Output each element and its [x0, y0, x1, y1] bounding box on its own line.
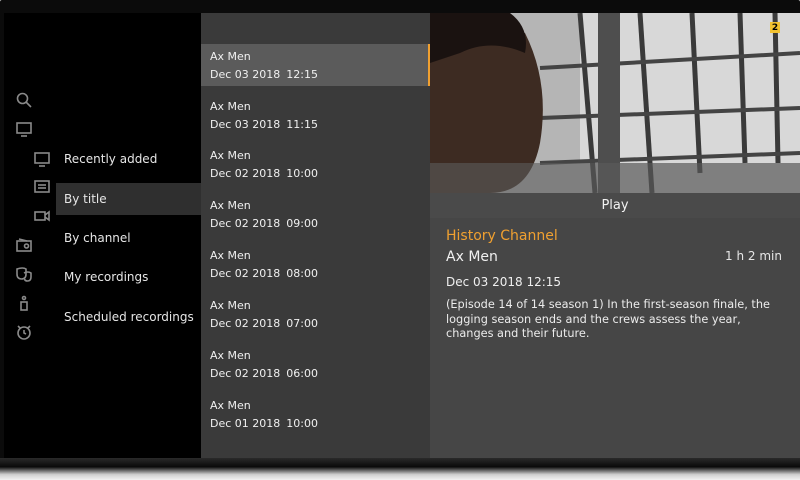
- menu-item-recently-added[interactable]: Recently added: [56, 143, 201, 175]
- recording-time: 12:15: [286, 68, 318, 81]
- recording-datetime: Dec 02 2018 09:00: [210, 215, 430, 233]
- program-duration: 1 h 2 min: [725, 249, 782, 263]
- recording-date: Dec 02 2018: [210, 317, 281, 330]
- recording-title: Ax Men: [210, 299, 251, 312]
- list-item[interactable]: Ax Men Dec 02 2018 09:00: [201, 193, 430, 235]
- icon-rail: [4, 13, 56, 458]
- list-item[interactable]: Ax Men Dec 02 2018 08:00: [201, 243, 430, 285]
- menu-item-label: By channel: [64, 231, 131, 245]
- recording-title: Ax Men: [210, 100, 251, 113]
- program-title: Ax Men: [446, 249, 498, 265]
- detail-panel: 2 Play History Channel Ax Men 1 h 2 min …: [430, 13, 800, 458]
- recording-datetime: Dec 03 2018 11:15: [210, 116, 430, 134]
- video-thumbnail[interactable]: 2: [430, 13, 800, 193]
- tv-stand-bezel: [0, 458, 800, 480]
- list-item[interactable]: Ax Men Dec 02 2018 06:00: [201, 343, 430, 385]
- recording-title: Ax Men: [210, 149, 251, 162]
- list-item[interactable]: Ax Men Dec 02 2018 07:00: [201, 293, 430, 335]
- tv-small-icon[interactable]: [32, 150, 52, 168]
- recording-datetime: Dec 02 2018 07:00: [210, 315, 430, 333]
- program-description: (Episode 14 of 14 season 1) In the first…: [446, 298, 770, 340]
- list-item[interactable]: Ax Men Dec 01 2018 10:00: [201, 393, 430, 435]
- recording-datetime: Dec 02 2018 10:00: [210, 165, 430, 183]
- recording-datetime: Dec 01 2018 10:00: [210, 415, 430, 433]
- theater-icon[interactable]: [14, 265, 34, 283]
- recording-time: 06:00: [286, 367, 318, 380]
- play-button[interactable]: Play: [430, 193, 800, 218]
- notification-badge: 2: [770, 22, 780, 33]
- recording-date: Dec 02 2018: [210, 217, 281, 230]
- recording-datetime: Dec 02 2018 08:00: [210, 265, 430, 283]
- menu-item-scheduled-recordings[interactable]: Scheduled recordings: [56, 301, 201, 333]
- menu-item-label: Scheduled recordings: [64, 310, 194, 324]
- tv-frame: Recently added By title By channel My re…: [0, 0, 800, 470]
- recording-date: Dec 02 2018: [210, 167, 281, 180]
- recording-date: Dec 03 2018: [210, 118, 281, 131]
- recording-title: Ax Men: [210, 399, 251, 412]
- menu-item-my-recordings[interactable]: My recordings: [56, 261, 201, 293]
- recording-time: 11:15: [286, 118, 318, 131]
- thumbnail-image: [430, 13, 800, 193]
- menu-item-by-channel[interactable]: By channel: [56, 222, 201, 254]
- radio-icon[interactable]: [14, 236, 34, 254]
- menu-item-label: Recently added: [64, 152, 158, 166]
- tv-icon[interactable]: [14, 120, 34, 138]
- recording-date: Dec 02 2018: [210, 367, 281, 380]
- recording-time: 08:00: [286, 267, 318, 280]
- recording-time: 07:00: [286, 317, 318, 330]
- menu-item-label: By title: [64, 192, 107, 206]
- recording-title: Ax Men: [210, 249, 251, 262]
- guide-icon[interactable]: [32, 178, 52, 196]
- recording-date: Dec 03 2018: [210, 68, 281, 81]
- recording-date: Dec 01 2018: [210, 417, 281, 430]
- channel-name: History Channel: [446, 228, 558, 244]
- recordings-list: Ax Men Dec 03 2018 12:15 Ax Men Dec 03 20…: [201, 13, 430, 458]
- list-item[interactable]: Ax Men Dec 03 2018 12:15: [201, 44, 430, 86]
- program-info: History Channel Ax Men 1 h 2 min Dec 03 …: [430, 218, 800, 458]
- alarm-icon[interactable]: [14, 323, 34, 341]
- recording-time: 10:00: [286, 417, 318, 430]
- list-item[interactable]: Ax Men Dec 02 2018 10:00: [201, 143, 430, 185]
- search-icon[interactable]: [14, 91, 34, 109]
- recording-title: Ax Men: [210, 199, 251, 212]
- recording-time: 10:00: [286, 167, 318, 180]
- list-item[interactable]: Ax Men Dec 03 2018 11:15: [201, 94, 430, 136]
- menu-item-label: My recordings: [64, 270, 149, 284]
- recording-datetime: Dec 02 2018 06:00: [210, 365, 430, 383]
- recording-title: Ax Men: [210, 50, 251, 63]
- camera-icon[interactable]: [32, 207, 52, 225]
- menu-item-by-title[interactable]: By title: [56, 183, 201, 215]
- recording-title: Ax Men: [210, 349, 251, 362]
- program-airdate: Dec 03 2018 12:15: [446, 275, 562, 289]
- recording-datetime: Dec 03 2018 12:15: [210, 66, 430, 84]
- recording-time: 09:00: [286, 217, 318, 230]
- recording-date: Dec 02 2018: [210, 267, 281, 280]
- recordings-submenu: Recently added By title By channel My re…: [56, 13, 201, 458]
- info-icon[interactable]: [14, 294, 34, 312]
